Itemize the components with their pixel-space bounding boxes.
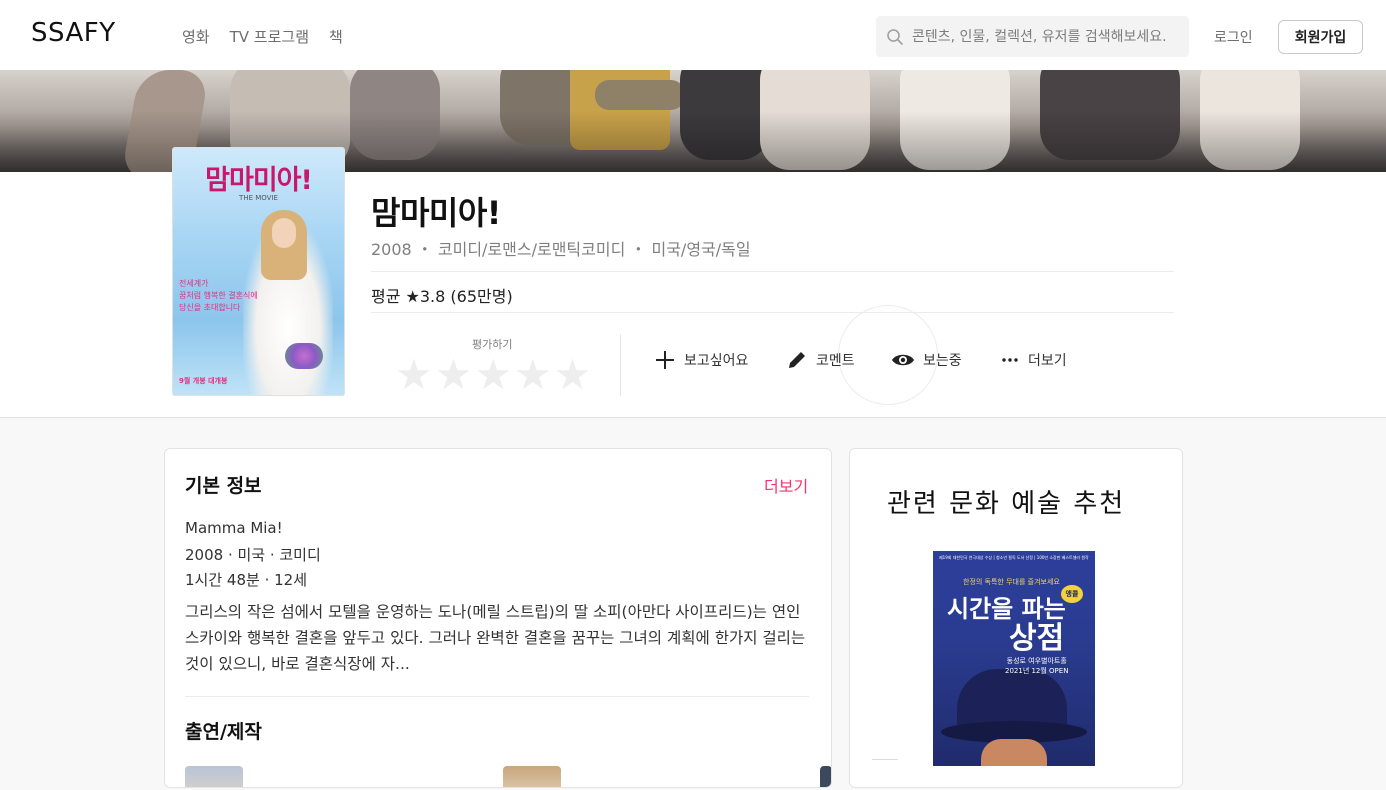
poster-subtitle: THE MOVIE <box>239 194 278 202</box>
divider <box>620 334 621 396</box>
basic-info-card: 기본 정보 더보기 Mamma Mia! 2008 · 미국 · 코미디 1시간… <box>164 448 832 788</box>
want-to-watch-label: 보고싶어요 <box>684 353 749 369</box>
poster-tagline: 전세계가 꿈처럼 행복한 결혼식에 당신을 초대합니다 <box>179 279 258 312</box>
cast-photo[interactable] <box>503 766 561 787</box>
star-5-icon[interactable]: ★ <box>554 352 592 398</box>
star-4-icon[interactable]: ★ <box>514 352 552 398</box>
basic-info-more-link[interactable]: 더보기 <box>764 473 808 497</box>
movie-title: 맘마미아! <box>371 194 501 232</box>
divider <box>872 759 898 760</box>
poster-release: 9월 개봉 대개봉 <box>179 377 228 385</box>
runtime-rating: 1시간 48분 · 12세 <box>185 571 307 589</box>
logo[interactable]: SSAFY <box>31 18 116 48</box>
nav-item-tv[interactable]: TV 프로그램 <box>230 26 309 47</box>
comment-button[interactable]: 코멘트 <box>786 349 855 371</box>
star-3-icon[interactable]: ★ <box>474 352 512 398</box>
eye-icon <box>892 354 914 366</box>
star-2-icon[interactable]: ★ <box>435 352 473 398</box>
average-rating: 평균 ★3.8 (65만명) <box>371 287 513 306</box>
nav-item-movies[interactable]: 영화 <box>182 26 210 47</box>
plus-icon <box>656 351 674 369</box>
star-1-icon[interactable]: ★ <box>395 352 433 398</box>
nav-item-books[interactable]: 책 <box>329 26 343 47</box>
watching-button[interactable]: 보는중 <box>891 349 962 371</box>
want-to-watch-button[interactable]: 보고싶어요 <box>654 349 748 371</box>
pencil-icon <box>789 352 805 368</box>
poster-venue: 동성로 여우별아트홀 2021년 12월 OPEN <box>1005 657 1069 675</box>
divider <box>185 696 809 697</box>
movie-poster: 맘마미아! THE MOVIE 전세계가 꿈처럼 행복한 결혼식에 당신을 초대… <box>172 147 345 396</box>
more-dots-icon <box>1002 358 1018 362</box>
poster-title: 맘마미아! <box>205 165 313 196</box>
poster-header-text: 제19회 대한민국 연극대상 수상 | 청소년 필독 도서 선정 | 100만 … <box>939 555 1089 560</box>
watching-label: 보는중 <box>923 353 962 369</box>
movie-meta: 2008 ・ 코미디/로맨스/로맨틱코미디 ・ 미국/영국/독일 <box>371 240 751 259</box>
basic-info-title: 기본 정보 <box>185 475 262 497</box>
main-nav: 영화 TV 프로그램 책 <box>182 26 343 47</box>
year-country-genre: 2008 · 미국 · 코미디 <box>185 546 321 564</box>
login-link[interactable]: 로그인 <box>1214 27 1253 47</box>
recommend-card: 관련 문화 예술 추천 제19회 대한민국 연극대상 수상 | 청소년 필독 도… <box>849 448 1183 788</box>
poster-title-line2: 상점 <box>1009 621 1065 656</box>
comment-label: 코멘트 <box>816 353 855 369</box>
search-icon <box>887 28 903 45</box>
top-navigation-bar: SSAFY 영화 TV 프로그램 책 로그인 회원가입 <box>0 0 1386 70</box>
recommend-title: 관련 문화 예술 추천 <box>887 489 1126 519</box>
divider <box>371 312 1174 313</box>
cast-photo[interactable] <box>820 766 831 787</box>
search-input[interactable] <box>912 28 1182 45</box>
star-rating-input[interactable]: ★ ★ ★ ★ ★ <box>395 352 591 398</box>
divider <box>371 271 1174 272</box>
original-title: Mamma Mia! <box>185 519 283 537</box>
recommend-poster[interactable]: 제19회 대한민국 연극대상 수상 | 청소년 필독 도서 선정 | 100만 … <box>933 551 1095 766</box>
signup-button[interactable]: 회원가입 <box>1278 20 1363 54</box>
more-options-button[interactable]: 더보기 <box>1000 349 1067 371</box>
poster-small-text: 한정의 독특한 무대를 즐겨보세요 <box>963 578 1060 586</box>
cast-photo[interactable] <box>185 766 243 787</box>
synopsis: 그리스의 작은 섬에서 모텔을 운영하는 도나(메릴 스트립)의 딸 소피(아만… <box>185 603 806 673</box>
more-options-label: 더보기 <box>1028 353 1067 369</box>
cast-section-title: 출연/제작 <box>185 721 262 743</box>
encore-badge: 앵콜 <box>1061 585 1083 603</box>
search-box <box>876 16 1189 57</box>
